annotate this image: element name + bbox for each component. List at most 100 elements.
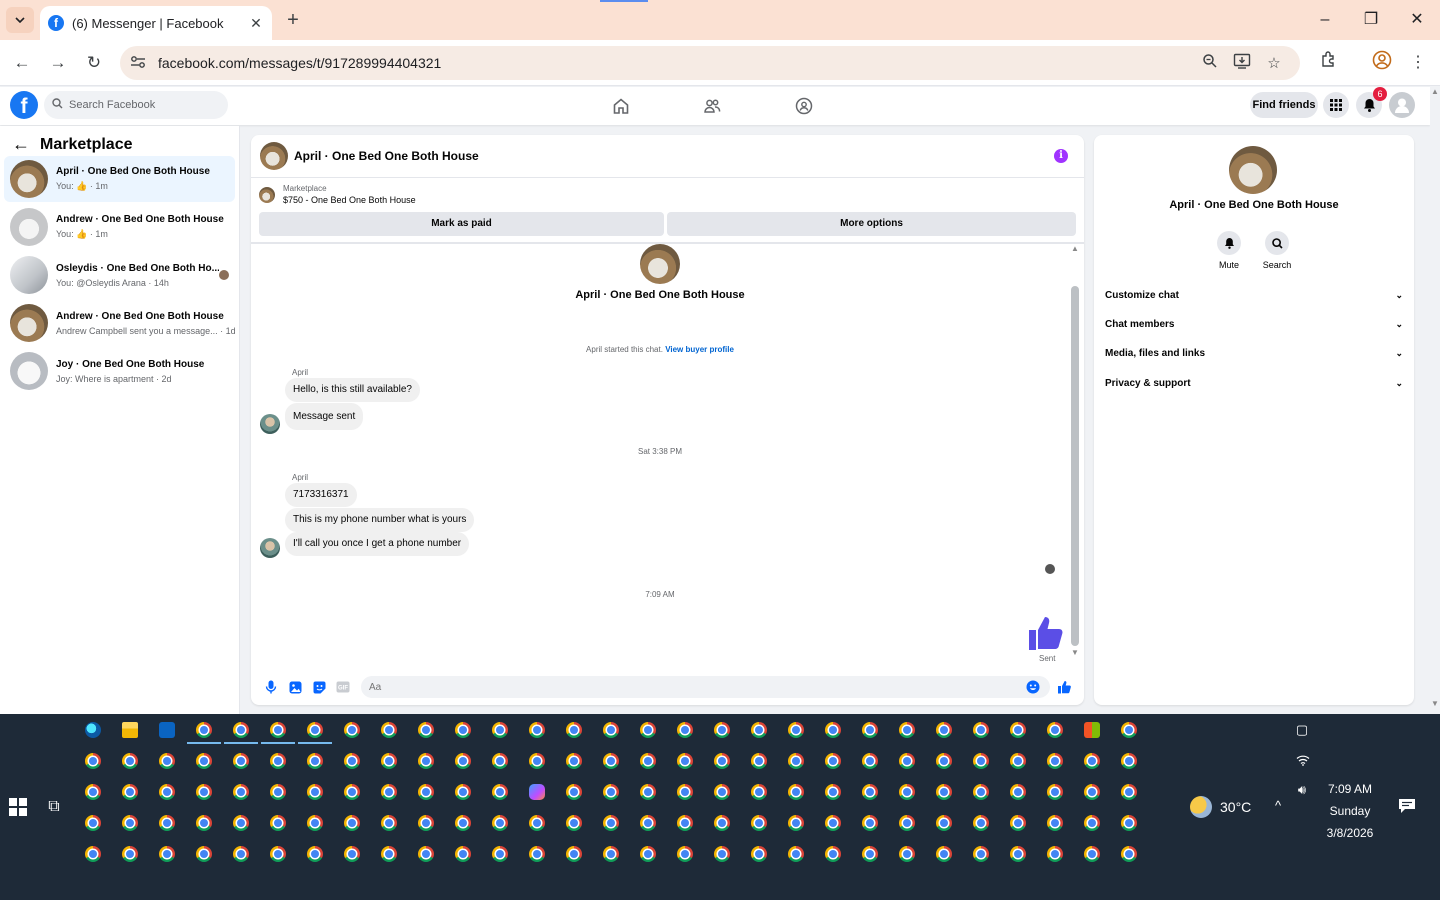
chrome-app-icon[interactable] bbox=[307, 815, 323, 831]
scroll-up-arrow-icon[interactable]: ▲ bbox=[1070, 244, 1080, 253]
chrome-app-icon[interactable] bbox=[1121, 846, 1137, 862]
close-tab-icon[interactable]: ✕ bbox=[248, 15, 264, 32]
task-view-icon[interactable]: ⧉ bbox=[44, 797, 64, 817]
chrome-app-icon[interactable] bbox=[1047, 753, 1063, 769]
chrome-app-icon[interactable] bbox=[122, 753, 138, 769]
chrome-app-icon[interactable] bbox=[640, 815, 656, 831]
emoji-icon[interactable] bbox=[1022, 676, 1044, 698]
site-info-icon[interactable] bbox=[130, 55, 152, 72]
profile-icon[interactable] bbox=[1369, 50, 1395, 76]
chrome-app-icon[interactable] bbox=[862, 784, 878, 800]
chrome-app-icon[interactable] bbox=[159, 815, 175, 831]
chrome-app-icon[interactable] bbox=[677, 815, 693, 831]
chrome-app-icon[interactable] bbox=[973, 846, 989, 862]
chrome-app-icon[interactable] bbox=[196, 846, 212, 862]
chrome-app-icon[interactable] bbox=[603, 846, 619, 862]
chrome-app-icon[interactable] bbox=[1010, 722, 1026, 738]
chrome-app-icon[interactable] bbox=[603, 815, 619, 831]
chrome-app-icon[interactable] bbox=[936, 815, 952, 831]
chrome-app-icon[interactable] bbox=[455, 753, 471, 769]
chrome-app-icon[interactable] bbox=[307, 753, 323, 769]
chrome-app-icon[interactable] bbox=[455, 846, 471, 862]
windows-start-icon[interactable] bbox=[9, 798, 27, 816]
chat-members-section[interactable]: Chat members ⌄ bbox=[1105, 314, 1403, 334]
chrome-app-icon[interactable] bbox=[1084, 815, 1100, 831]
groups-nav-icon[interactable] bbox=[793, 95, 815, 117]
chrome-app-icon[interactable] bbox=[344, 815, 360, 831]
back-arrow-icon[interactable]: ← bbox=[12, 134, 30, 155]
media-files-links-section[interactable]: Media, files and links ⌄ bbox=[1105, 343, 1403, 363]
chrome-app-icon[interactable] bbox=[825, 815, 841, 831]
chrome-app-icon[interactable] bbox=[677, 784, 693, 800]
chrome-app-icon[interactable] bbox=[196, 753, 212, 769]
facebook-search-box[interactable]: Search Facebook bbox=[44, 91, 228, 119]
browser-tab-active[interactable]: f (6) Messenger | Facebook ✕ bbox=[40, 6, 272, 40]
chrome-app-icon[interactable] bbox=[418, 784, 434, 800]
chrome-app-icon[interactable] bbox=[270, 815, 286, 831]
message-bubble[interactable]: This is my phone number what is yours bbox=[285, 508, 475, 532]
reload-button[interactable]: ↻ bbox=[81, 50, 107, 76]
conversation-item[interactable]: Andrew · One Bed One Both House You: 👍 · … bbox=[4, 204, 235, 250]
address-bar[interactable]: facebook.com/messages/t/917289994404321 … bbox=[120, 46, 1300, 80]
chrome-app-icon[interactable] bbox=[1047, 846, 1063, 862]
chrome-app-icon[interactable] bbox=[492, 846, 508, 862]
scroll-down-arrow-icon[interactable]: ▼ bbox=[1430, 699, 1440, 708]
chrome-app-icon[interactable] bbox=[529, 846, 545, 862]
back-button[interactable]: ← bbox=[9, 50, 35, 76]
chrome-app-icon[interactable] bbox=[899, 753, 915, 769]
thread-scrollbar[interactable]: ▲ ▼ bbox=[1070, 244, 1080, 664]
chrome-app-icon[interactable] bbox=[677, 846, 693, 862]
close-window-button[interactable]: ✕ bbox=[1402, 8, 1432, 32]
chrome-app-icon[interactable] bbox=[270, 753, 286, 769]
chrome-app-icon[interactable] bbox=[1010, 784, 1026, 800]
maximize-button[interactable]: ❐ bbox=[1356, 8, 1386, 32]
chrome-app-icon[interactable] bbox=[714, 815, 730, 831]
store-app-icon[interactable] bbox=[1084, 722, 1100, 738]
chrome-app-icon[interactable] bbox=[1010, 753, 1026, 769]
chrome-app-icon[interactable] bbox=[788, 753, 804, 769]
privacy-support-section[interactable]: Privacy & support ⌄ bbox=[1105, 373, 1403, 393]
mark-as-paid-button[interactable]: Mark as paid bbox=[259, 212, 664, 236]
conversation-item[interactable]: Osleydis · One Bed One Both Ho... You: @O… bbox=[4, 252, 235, 298]
chrome-app-icon[interactable] bbox=[973, 815, 989, 831]
chrome-app-icon[interactable] bbox=[973, 784, 989, 800]
find-friends-button[interactable]: Find friends bbox=[1250, 92, 1318, 118]
microphone-icon[interactable] bbox=[259, 675, 283, 699]
chrome-app-icon[interactable] bbox=[233, 815, 249, 831]
chrome-app-icon[interactable] bbox=[603, 784, 619, 800]
chrome-app-icon[interactable] bbox=[788, 815, 804, 831]
chrome-app-icon[interactable] bbox=[899, 815, 915, 831]
chrome-app-icon[interactable] bbox=[455, 784, 471, 800]
message-bubble[interactable]: Hello, is this still available? bbox=[285, 378, 420, 402]
chrome-app-icon[interactable] bbox=[714, 722, 730, 738]
conversation-item[interactable]: Joy · One Bed One Both House Joy: Where i… bbox=[4, 348, 235, 394]
chrome-app-icon[interactable] bbox=[1121, 722, 1137, 738]
friends-nav-icon[interactable] bbox=[701, 95, 723, 117]
chrome-app-icon[interactable] bbox=[714, 846, 730, 862]
system-clock[interactable]: 7:09 AM Sunday 3/8/2026 bbox=[1318, 778, 1382, 844]
chrome-app-icon[interactable] bbox=[85, 784, 101, 800]
bookmark-star-icon[interactable]: ☆ bbox=[1258, 54, 1290, 72]
chrome-app-icon[interactable] bbox=[1010, 846, 1026, 862]
thumbs-up-sent-icon[interactable] bbox=[1027, 614, 1063, 652]
info-avatar[interactable] bbox=[1229, 146, 1277, 194]
chrome-app-icon[interactable] bbox=[233, 753, 249, 769]
volume-icon[interactable]: 🔊︎ bbox=[1292, 782, 1312, 798]
chrome-app-icon[interactable] bbox=[307, 846, 323, 862]
chrome-app-icon[interactable] bbox=[751, 846, 767, 862]
chrome-app-icon[interactable] bbox=[973, 722, 989, 738]
chrome-app-icon[interactable] bbox=[233, 784, 249, 800]
chrome-app-icon[interactable] bbox=[159, 784, 175, 800]
chrome-app-icon[interactable] bbox=[1084, 753, 1100, 769]
chrome-app-icon[interactable] bbox=[640, 846, 656, 862]
chrome-app-icon[interactable] bbox=[233, 846, 249, 862]
chrome-app-icon[interactable] bbox=[566, 722, 582, 738]
sender-avatar[interactable] bbox=[260, 538, 280, 558]
scroll-down-arrow-icon[interactable]: ▼ bbox=[1070, 648, 1080, 657]
chrome-app-icon[interactable] bbox=[270, 846, 286, 862]
chrome-app-icon[interactable] bbox=[381, 815, 397, 831]
conversation-item[interactable]: Andrew · One Bed One Both House Andrew Ca… bbox=[4, 300, 235, 346]
chrome-app-icon[interactable] bbox=[492, 784, 508, 800]
chrome-app-icon[interactable] bbox=[1121, 784, 1137, 800]
chrome-app-icon[interactable] bbox=[899, 722, 915, 738]
